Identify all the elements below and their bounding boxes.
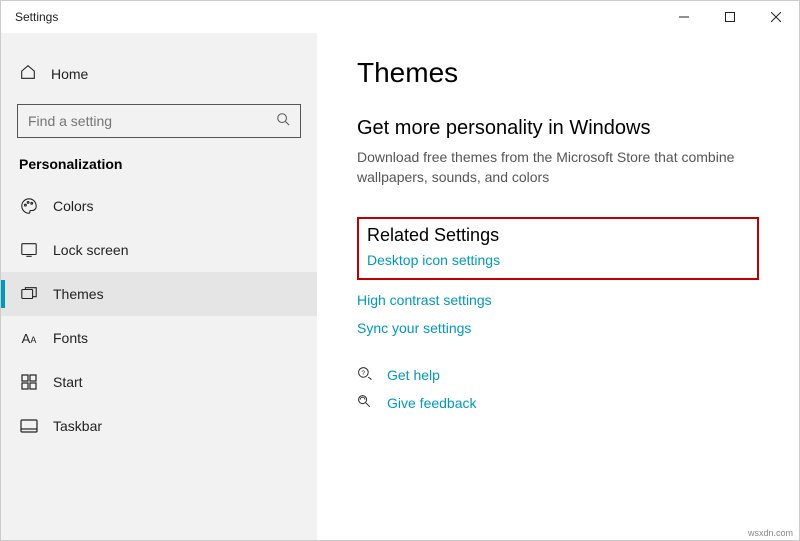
link-get-help[interactable]: Get help [387, 367, 440, 383]
sidebar-item-label: Colors [53, 198, 93, 214]
fonts-icon: AA [19, 328, 39, 348]
feedback-icon [357, 394, 375, 412]
sidebar-item-colors[interactable]: Colors [1, 184, 317, 228]
link-give-feedback[interactable]: Give feedback [387, 395, 477, 411]
home-icon [19, 63, 37, 84]
sidebar-item-fonts[interactable]: AA Fonts [1, 316, 317, 360]
link-desktop-icon-settings[interactable]: Desktop icon settings [367, 252, 749, 268]
sidebar-item-label: Taskbar [53, 418, 102, 434]
palette-icon [19, 196, 39, 216]
search-box[interactable] [17, 104, 301, 138]
link-sync-settings[interactable]: Sync your settings [357, 320, 759, 336]
sidebar: Home Personalization Colors Lock screen … [1, 33, 317, 540]
sidebar-item-label: Themes [53, 286, 104, 302]
link-high-contrast[interactable]: High contrast settings [357, 292, 759, 308]
themes-icon [19, 284, 39, 304]
sidebar-item-label: Start [53, 374, 83, 390]
search-icon [276, 112, 290, 131]
start-icon [19, 372, 39, 392]
lock-screen-icon [19, 240, 39, 260]
taskbar-icon [19, 416, 39, 436]
main-content: Themes Get more personality in Windows D… [317, 33, 799, 540]
window-controls [661, 1, 799, 33]
home-label: Home [51, 66, 88, 82]
sidebar-item-lock-screen[interactable]: Lock screen [1, 228, 317, 272]
minimize-button[interactable] [661, 1, 707, 33]
related-heading: Related Settings [367, 225, 749, 246]
close-button[interactable] [753, 1, 799, 33]
search-input[interactable] [28, 113, 276, 129]
store-heading: Get more personality in Windows [357, 117, 759, 140]
page-title: Themes [357, 57, 759, 89]
maximize-button[interactable] [707, 1, 753, 33]
related-settings-highlight: Related Settings Desktop icon settings [357, 217, 759, 280]
sidebar-item-taskbar[interactable]: Taskbar [1, 404, 317, 448]
store-description: Download free themes from the Microsoft … [357, 148, 759, 187]
home-nav[interactable]: Home [1, 53, 317, 94]
sidebar-section-label: Personalization [1, 150, 317, 184]
title-bar: Settings [1, 1, 799, 33]
sidebar-item-label: Lock screen [53, 242, 128, 258]
sidebar-item-label: Fonts [53, 330, 88, 346]
sidebar-item-start[interactable]: Start [1, 360, 317, 404]
attribution: wsxdn.com [748, 528, 793, 538]
svg-text:?: ? [361, 370, 365, 377]
app-title: Settings [15, 10, 58, 24]
sidebar-item-themes[interactable]: Themes [1, 272, 317, 316]
help-icon: ? [357, 366, 375, 384]
